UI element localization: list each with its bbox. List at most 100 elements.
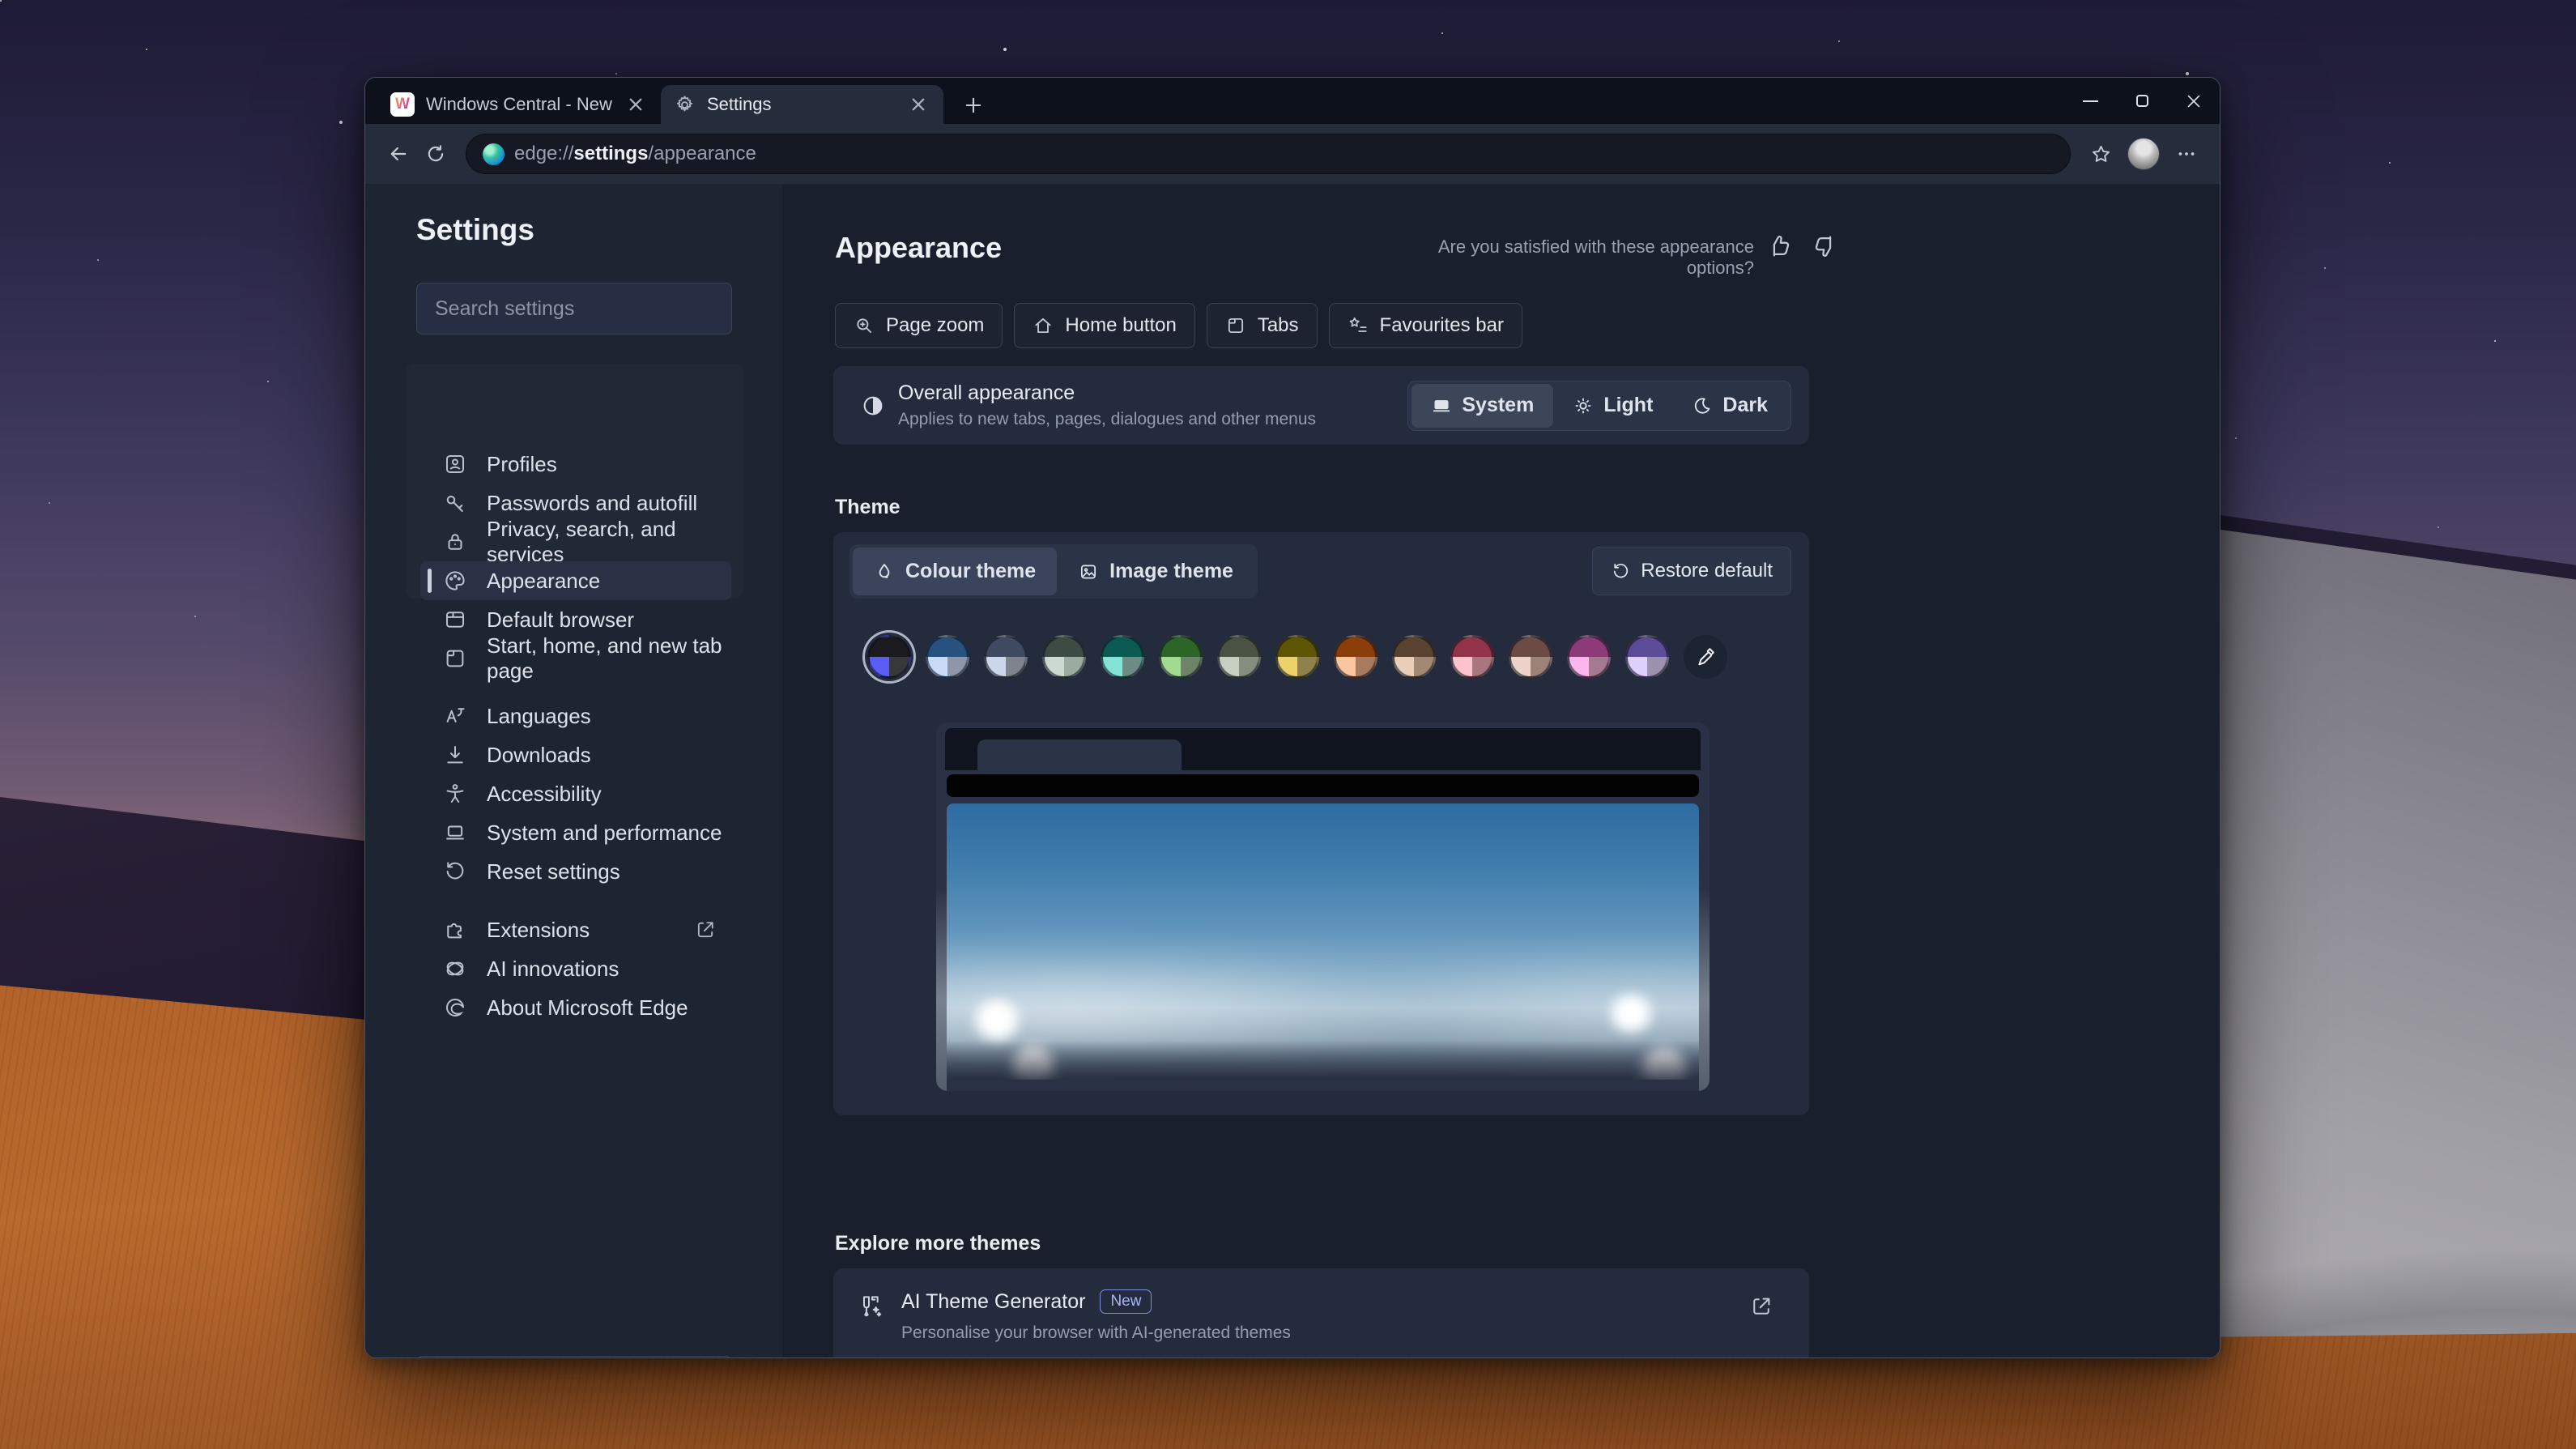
close-tab-icon[interactable] [624, 92, 648, 117]
sidebar-item-accessibility[interactable]: Accessibility [420, 774, 731, 813]
sidebar-item-appearance[interactable]: Appearance [420, 561, 731, 600]
sidebar-item-extensions[interactable]: Extensions [420, 910, 731, 949]
reset-icon [443, 859, 467, 884]
colour-swatch[interactable] [926, 635, 969, 679]
favourites-bar-button[interactable]: Favourites bar [1329, 303, 1522, 348]
monitor-icon [1431, 395, 1452, 416]
thumb-up-icon[interactable] [1766, 232, 1794, 260]
colour-swatch[interactable] [867, 635, 911, 679]
gear-icon [674, 94, 696, 116]
address-bar[interactable]: edge://settings/appearance [466, 134, 2071, 174]
thumb-down-icon[interactable] [1811, 232, 1838, 260]
mode-label: System [1462, 394, 1534, 417]
preview-daisy [1607, 994, 1655, 1033]
mode-light-option[interactable]: Light [1553, 384, 1672, 428]
colour-swatch[interactable] [1042, 635, 1086, 679]
refresh-icon[interactable] [417, 135, 454, 173]
colour-swatch[interactable] [1159, 635, 1203, 679]
reset-icon [1611, 561, 1631, 582]
puzzle-icon [443, 918, 467, 942]
restore-default-button[interactable]: Restore default [1592, 547, 1791, 595]
home-button-button[interactable]: Home button [1014, 303, 1194, 348]
tab-icon [1225, 315, 1246, 336]
sidebar-item-privacy[interactable]: Privacy, search, and services [420, 522, 731, 561]
appearance-mode-toggle: System Light Dark [1407, 381, 1791, 431]
image-icon [1078, 561, 1099, 582]
colour-swatch[interactable] [1334, 635, 1377, 679]
tab-colour-theme[interactable]: Colour theme [853, 548, 1057, 595]
preview-left-edge [936, 889, 947, 1091]
browser-tab-settings[interactable]: Settings [661, 85, 943, 124]
explore-section-label: Explore more themes [835, 1232, 1041, 1255]
lock-icon [443, 530, 467, 554]
preview-bottom-fade [947, 1041, 1699, 1080]
translate-icon [443, 704, 467, 728]
search-settings-input[interactable] [416, 283, 732, 335]
sidebar-item-reset-settings[interactable]: Reset settings [420, 852, 731, 891]
sidebar-item-label: Downloads [487, 743, 591, 768]
explore-row-title: AI Theme Generator [901, 1290, 1085, 1314]
appearance-settings-pane: Appearance Are you satisfied with these … [782, 184, 2220, 1357]
overall-appearance-subtitle: Applies to new tabs, pages, dialogues an… [898, 410, 1316, 429]
sidebar-item-label: Reset settings [487, 859, 620, 884]
close-tab-icon[interactable] [906, 92, 930, 117]
sidebar-item-system-performance[interactable]: System and performance [420, 813, 731, 852]
page-zoom-button[interactable]: Page zoom [835, 303, 1003, 348]
colour-swatch[interactable] [1217, 635, 1261, 679]
external-link-icon [694, 918, 717, 941]
explore-themes-card: AI Theme Generator New Personalise your … [833, 1268, 1809, 1358]
colour-swatch[interactable] [984, 635, 1028, 679]
sidebar-item-about-edge[interactable]: About Microsoft Edge [420, 988, 731, 1027]
preview-daisy [971, 999, 1023, 1041]
settings-sidebar: Settings Profiles Passwords and autofill… [365, 184, 782, 1357]
external-link-icon[interactable] [1749, 1294, 1773, 1319]
sidebar-item-profiles[interactable]: Profiles [420, 445, 731, 484]
overall-appearance-title: Overall appearance [898, 381, 1316, 405]
profile-avatar[interactable] [2127, 138, 2160, 170]
settings-page: Settings Profiles Passwords and autofill… [365, 184, 2220, 1357]
maximize-icon[interactable] [2116, 78, 2168, 124]
tab-image-theme[interactable]: Image theme [1057, 548, 1254, 595]
sidebar-item-label: System and performance [487, 820, 722, 846]
sidebar-item-label: AI innovations [487, 957, 619, 982]
colour-swatch[interactable] [1567, 635, 1611, 679]
sidebar-item-downloads[interactable]: Downloads [420, 735, 731, 774]
ai-theme-generator-row[interactable]: AI Theme Generator New Personalise your … [858, 1289, 1785, 1358]
colour-swatch[interactable] [1101, 635, 1144, 679]
theme-card: Colour theme Image theme Restore default [833, 532, 1809, 1115]
mode-label: Light [1603, 394, 1653, 417]
explore-row-subtitle: Personalise your browser with AI-generat… [901, 1323, 1291, 1343]
colour-swatch[interactable] [1392, 635, 1436, 679]
custom-colour-eyedropper-button[interactable] [1684, 635, 1727, 679]
tabs-button[interactable]: Tabs [1207, 303, 1318, 348]
minimize-icon[interactable] [2064, 78, 2116, 124]
sidebar-item-ai-innovations[interactable]: AI innovations [420, 949, 731, 988]
sidebar-item-label: Profiles [487, 452, 557, 477]
favourite-star-icon[interactable] [2082, 135, 2119, 173]
new-tab-button[interactable] [955, 87, 992, 124]
send-feedback-button[interactable]: Send feedback [416, 1356, 732, 1358]
colour-swatch[interactable] [1625, 635, 1669, 679]
sidebar-item-label: Privacy, search, and services [487, 517, 731, 567]
accessibility-icon [443, 782, 467, 806]
copilot-icon [443, 957, 467, 981]
browser-tab-windows-central[interactable]: W Windows Central - News, Reviews [377, 85, 661, 124]
preview-haze [947, 956, 1699, 1050]
back-icon[interactable] [380, 135, 417, 173]
quick-link-label: Favourites bar [1380, 314, 1504, 337]
colour-swatch[interactable] [1509, 635, 1552, 679]
mode-dark-option[interactable]: Dark [1672, 384, 1787, 428]
mode-system-option[interactable]: System [1411, 384, 1553, 428]
sidebar-item-start-home[interactable]: Start, home, and new tab page [420, 639, 731, 678]
sidebar-item-languages[interactable]: Languages [420, 697, 731, 735]
close-icon[interactable] [2168, 78, 2220, 124]
colour-swatch[interactable] [1275, 635, 1319, 679]
browser-icon [443, 607, 467, 632]
sun-icon [1573, 395, 1594, 416]
sidebar-item-label: Start, home, and new tab page [487, 633, 731, 684]
sidebar-item-label: Appearance [487, 569, 600, 594]
laptop-icon [443, 820, 467, 845]
colour-swatch[interactable] [1450, 635, 1494, 679]
ellipsis-icon[interactable] [2168, 135, 2205, 173]
new-badge: New [1100, 1289, 1152, 1314]
